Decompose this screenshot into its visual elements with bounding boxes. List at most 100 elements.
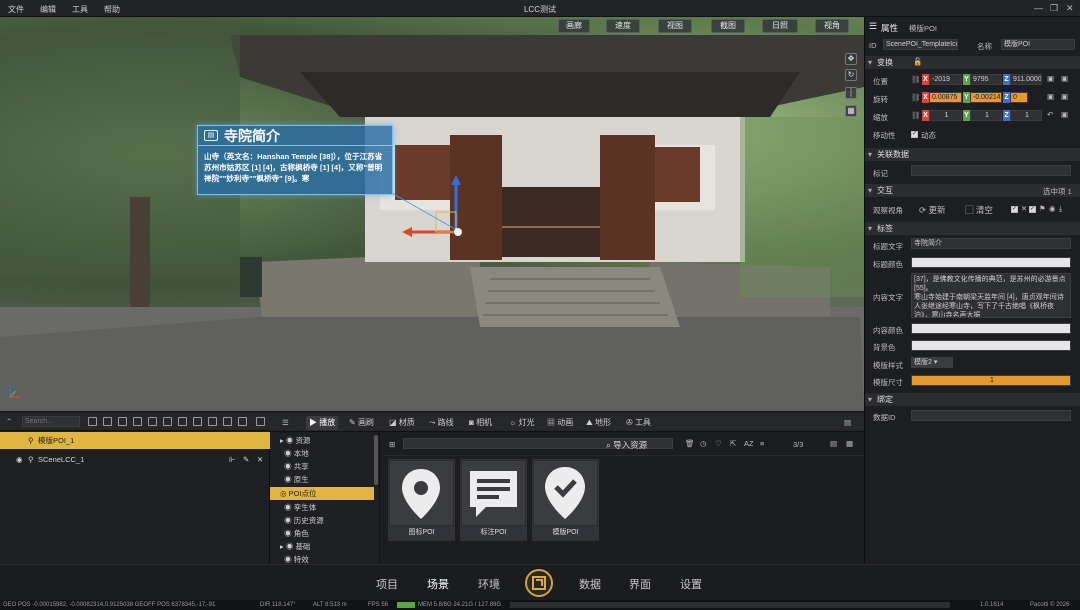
movable-checkbox[interactable]: ✓ (911, 131, 918, 138)
tab-material[interactable]: ◪ 材质 (386, 416, 418, 430)
tree-scrollbar[interactable] (374, 435, 378, 485)
close-icon[interactable]: ✕ (1066, 3, 1074, 14)
move-icon[interactable]: ✥ (845, 53, 857, 65)
edit-icon[interactable]: ✎ (243, 451, 249, 468)
scale-z-field[interactable]: 1 (1010, 110, 1042, 121)
template-style-select[interactable]: 模版2 ▾ (911, 357, 953, 368)
panel-menu-icon[interactable] (256, 417, 265, 426)
nav-project[interactable]: 项目 (376, 576, 398, 592)
download-icon[interactable]: ⤓ (1059, 204, 1062, 214)
nav-data[interactable]: 数据 (579, 576, 601, 592)
paste-icon[interactable] (148, 417, 157, 426)
copy-icon[interactable] (118, 417, 127, 426)
tree-item-effects[interactable]: ◉ 特效 (280, 553, 373, 563)
clear-button[interactable]: ▢ 清空 (965, 204, 993, 216)
tab-terrain[interactable]: ⛰ 地形 (583, 416, 614, 430)
history-icon[interactable]: ◷ (700, 439, 707, 448)
asset-card-template-poi[interactable]: 模版POI (532, 459, 599, 541)
tab-camera[interactable]: ◙ 相机 (466, 416, 495, 430)
update-button[interactable]: ⟳ 更新 (919, 204, 946, 216)
menu-help[interactable]: 帮助 (104, 4, 120, 15)
list-icon[interactable] (223, 417, 232, 426)
content-text-field[interactable]: [37]，是佛教文化传播的典范，是苏州的必游景点 [55]。 寒山寺始建于南朝梁… (911, 273, 1071, 318)
nav-interface[interactable]: 界面 (629, 576, 651, 592)
export-icon[interactable]: ⇱ (730, 439, 736, 448)
sunlight-button[interactable]: 日照 (762, 19, 798, 33)
rotation-link-icon[interactable]: ⛓ (911, 93, 921, 102)
menu-tools[interactable]: 工具 (72, 4, 88, 15)
delete-icon[interactable]: 🗑 (685, 439, 695, 448)
template-size-slider[interactable]: 1 (911, 375, 1071, 386)
layout-icon[interactable] (238, 417, 247, 426)
collapse-icon[interactable]: ⌃ (6, 417, 12, 426)
nav-scene[interactable]: 场景 (427, 576, 449, 592)
rotation-x-field[interactable]: 0.00875 (929, 92, 962, 103)
lock-icon[interactable]: 🔓 (913, 57, 922, 66)
id-field[interactable]: ScenePOI_TemplateIcon (883, 39, 958, 50)
home-logo-icon[interactable] (525, 569, 553, 597)
data-id-field[interactable] (911, 410, 1071, 421)
related-data-section-header[interactable]: 关联数据 (865, 148, 1080, 161)
name-field[interactable]: 模版POI (1001, 39, 1075, 50)
gallery-button[interactable]: 画廊 (558, 19, 590, 33)
rotation-z-field[interactable]: 0 (1010, 92, 1028, 103)
speed-button[interactable]: 速度 (606, 19, 640, 33)
sort-list-icon[interactable]: ≡ (760, 439, 764, 448)
tree-item-local[interactable]: ◉ 本地 (280, 447, 373, 460)
position-link-icon[interactable]: ⛓ (911, 75, 921, 84)
tab-tools[interactable]: ✇ 工具 (623, 416, 654, 430)
position-y-field[interactable]: 9795 (970, 74, 1002, 85)
bg-color-swatch[interactable] (911, 340, 1071, 351)
outliner-row-poi[interactable]: ⚲ 模版POI_1 (0, 432, 270, 449)
position-x-field[interactable]: -2019 (929, 74, 962, 85)
position-reset-icon[interactable]: ▣ (1061, 74, 1068, 83)
frame-icon[interactable] (178, 417, 187, 426)
tree-item-poi[interactable]: ◎ POI点位 (270, 487, 374, 500)
group-icon[interactable] (208, 417, 217, 426)
asset-card-annotation-poi[interactable]: 标注POI (460, 459, 527, 541)
minimize-icon[interactable]: — (1034, 3, 1043, 13)
viewangle-button[interactable]: 视角 (815, 19, 849, 33)
tree-item-shared[interactable]: ◉ 共享 (280, 460, 373, 473)
restore-icon[interactable]: ❐ (1050, 3, 1058, 14)
filter-icon[interactable]: ⊩ (229, 451, 236, 468)
close-small-icon[interactable]: ✕ (1021, 204, 1027, 213)
rotation-copy-icon[interactable]: ▣ (1047, 92, 1054, 101)
view-checkbox-1[interactable]: ✓ (1011, 206, 1018, 213)
new-folder-icon[interactable] (88, 417, 97, 426)
poi-info-label[interactable]: ▤ 寺院简介 山寺（英文名：Hanshan Temple [38]），位于江苏省… (197, 125, 393, 195)
asset-options-icon[interactable]: ▤ (844, 418, 851, 427)
menu-file[interactable]: 文件 (8, 4, 24, 15)
scale-link-icon[interactable]: ⛓ (911, 111, 921, 120)
tab-animation[interactable]: ▦ 动画 (544, 416, 576, 430)
grid-icon[interactable]: ▦ (845, 105, 857, 117)
list-view-icon[interactable]: ▤ (830, 439, 837, 448)
rotation-reset-icon[interactable]: ▣ (1061, 92, 1068, 101)
title-color-swatch[interactable] (911, 257, 1071, 268)
measure-icon[interactable]: ┆ (845, 87, 857, 99)
outliner-row-scene[interactable]: ◉ ⚲ SCeneLCC_1 ⊩ ✎ ✕ (0, 451, 270, 468)
tree-item-resources[interactable]: ▸ ◉ 资源 (280, 434, 373, 447)
tab-light[interactable]: ☼ 灯光 (506, 416, 538, 430)
new-item-icon[interactable] (103, 417, 112, 426)
position-copy-icon[interactable]: ▣ (1047, 74, 1054, 83)
grid-view-icon[interactable]: ▦ (846, 439, 853, 448)
tree-item-history[interactable]: ◉ 历史资源 (280, 514, 373, 527)
transform-section-header[interactable]: 变换 (865, 56, 1080, 69)
nav-settings[interactable]: 设置 (680, 576, 702, 592)
title-text-field[interactable]: 寺院简介 (911, 238, 1071, 249)
tags-section-header[interactable]: 标签 (865, 222, 1080, 235)
visibility-icon[interactable]: ◉ (1049, 204, 1056, 213)
remove-icon[interactable]: ✕ (257, 451, 263, 468)
visibility-eye-icon[interactable]: ◉ (16, 451, 23, 468)
asset-view-icon[interactable]: ⊞ (389, 440, 395, 449)
nav-environment[interactable]: 环境 (478, 576, 500, 592)
tree-item-native[interactable]: ◉ 原生 (280, 473, 373, 486)
flag-icon[interactable]: ⚑ (1039, 204, 1046, 213)
content-color-swatch[interactable] (911, 323, 1071, 334)
focus-icon[interactable] (193, 417, 202, 426)
scale-x-field[interactable]: 1 (929, 110, 962, 121)
scale-y-field[interactable]: 1 (970, 110, 1002, 121)
3d-viewport[interactable]: 画廊 速度 视图 截图 日照 视角 ✥ ↻ ┆ ▦ ▤ 寺院简介 山寺（英文名：… (0, 17, 864, 411)
tab-brush[interactable]: ✎ 画刷 (346, 416, 377, 430)
